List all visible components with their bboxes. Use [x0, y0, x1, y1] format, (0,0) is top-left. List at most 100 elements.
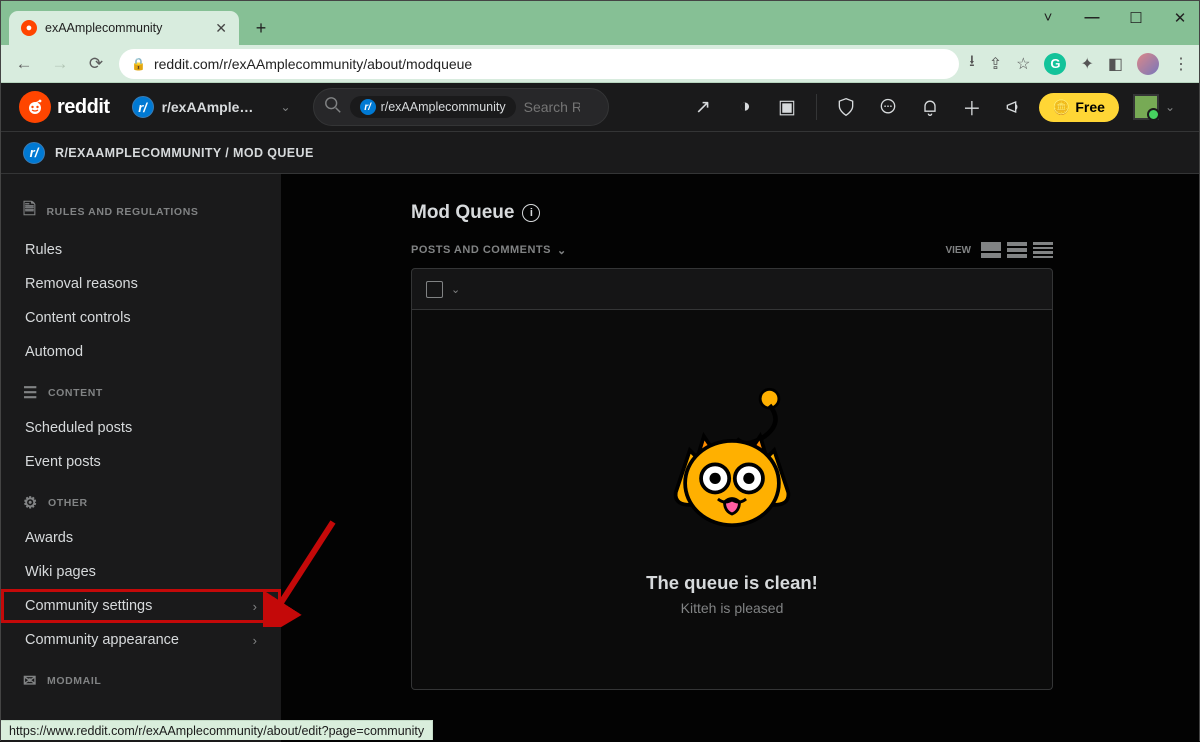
view-card-icon[interactable] — [981, 242, 1001, 258]
reddit-logo[interactable]: reddit — [19, 91, 110, 123]
sidebar-item-label: Community appearance — [25, 632, 179, 648]
kitteh-illustration-icon — [657, 384, 807, 554]
bookmark-icon[interactable]: ☆ — [1016, 54, 1030, 74]
coin-icon: 🪙 — [1053, 99, 1070, 116]
sidebar-item-community-settings[interactable]: Community settings › — [1, 589, 281, 623]
sidebar-item-label: Rules — [25, 242, 62, 258]
back-button[interactable]: ← — [11, 51, 37, 77]
list-icon: ☰ — [23, 383, 38, 403]
forward-button[interactable]: → — [47, 51, 73, 77]
sidebar-item-wiki-pages[interactable]: Wiki pages — [1, 555, 281, 589]
section-header-modmail: ✉ MODMAIL — [1, 657, 281, 699]
tab-title: exAAmplecommunity — [45, 21, 207, 35]
window-close-icon[interactable]: ✕ — [1167, 9, 1193, 27]
chevron-down-icon[interactable]: ⌄ — [451, 283, 460, 296]
community-icon: r/ — [23, 142, 45, 164]
window-caret-icon[interactable]: ˅ — [1035, 9, 1061, 27]
reload-button[interactable]: ⟳ — [83, 51, 109, 77]
filter-dropdown[interactable]: POSTS AND COMMENTS ⌄ — [411, 244, 567, 257]
window-controls: ˅ — ☐ ✕ — [1035, 9, 1193, 27]
search-scope-pill[interactable]: r/ r/exAAmplecommunity — [350, 96, 516, 118]
browser-toolbar: ← → ⟳ 🔒 reddit.com/r/exAAmplecommunity/a… — [1, 45, 1199, 83]
lock-icon: 🔒 — [131, 57, 146, 71]
sidebar-item-community-appearance[interactable]: Community appearance › — [1, 623, 281, 657]
search-bar[interactable]: r/ r/exAAmplecommunity — [313, 88, 609, 126]
document-icon: 🗎 — [23, 198, 36, 225]
view-compact-icon[interactable] — [1033, 242, 1053, 258]
chevron-right-icon: › — [253, 633, 257, 648]
sidebar-item-awards[interactable]: Awards — [1, 521, 281, 555]
gear-icon: ⚙ — [23, 493, 38, 513]
install-icon[interactable]: ⭳ — [969, 50, 975, 77]
sidebar-item-label: Event posts — [25, 454, 101, 470]
chat-icon[interactable] — [871, 90, 905, 124]
sidebar-item-rules[interactable]: Rules — [1, 233, 281, 267]
notifications-bell-icon[interactable] — [913, 90, 947, 124]
search-input[interactable] — [524, 99, 580, 115]
moderation-shield-icon[interactable] — [829, 90, 863, 124]
community-icon: r/ — [132, 96, 154, 118]
sidebar-item-automod[interactable]: Automod — [1, 335, 281, 369]
sidebar-item-label: Wiki pages — [25, 564, 96, 580]
live-icon[interactable]: ▣ — [770, 90, 804, 124]
chevron-down-icon: ⌄ — [281, 100, 291, 114]
sidebar-item-label: Automod — [25, 344, 83, 360]
community-dropdown[interactable]: r/ r/exAAmpleco... ⌄ — [124, 90, 299, 124]
sidebar-item-label: Community settings — [25, 598, 152, 614]
profile-avatar-icon[interactable] — [1137, 53, 1159, 75]
snoo-icon — [19, 91, 51, 123]
free-button[interactable]: 🪙 Free — [1039, 93, 1119, 122]
page-title-row: Mod Queue i — [281, 202, 1199, 242]
chevron-right-icon: › — [253, 599, 257, 614]
advertise-megaphone-icon[interactable] — [997, 90, 1031, 124]
sidebar-item-label: Content controls — [25, 310, 131, 326]
section-header-other: ⚙ OTHER — [1, 479, 281, 521]
community-icon: r/ — [360, 99, 376, 115]
section-label: RULES AND REGULATIONS — [46, 206, 198, 218]
browser-tab[interactable]: ● exAAmplecommunity ✕ — [9, 11, 239, 45]
section-label: MODMAIL — [47, 675, 101, 687]
section-header-rules: 🗎 RULES AND REGULATIONS — [1, 184, 281, 233]
sidebar-item-event-posts[interactable]: Event posts — [1, 445, 281, 479]
url-text: reddit.com/r/exAAmplecommunity/about/mod… — [154, 56, 472, 72]
popular-icon[interactable]: ↗ — [686, 90, 720, 124]
address-bar[interactable]: 🔒 reddit.com/r/exAAmplecommunity/about/m… — [119, 49, 959, 79]
content-area: Mod Queue i POSTS AND COMMENTS ⌄ VIEW ⌄ — [281, 174, 1199, 742]
create-post-plus-icon[interactable]: ＋ — [955, 90, 989, 124]
grammarly-extension-icon[interactable]: G — [1044, 53, 1066, 75]
empty-state-card: The queue is clean! Kitteh is pleased — [411, 310, 1053, 690]
select-all-checkbox[interactable] — [426, 281, 443, 298]
sidebar-item-label: Scheduled posts — [25, 420, 132, 436]
section-label: CONTENT — [48, 387, 103, 399]
section-label: OTHER — [48, 497, 88, 509]
new-tab-button[interactable]: + — [247, 14, 275, 42]
window-titlebar: ● exAAmplecommunity ✕ + ˅ — ☐ ✕ — [1, 1, 1199, 45]
user-avatar-icon — [1133, 94, 1159, 120]
reddit-wordmark: reddit — [57, 96, 110, 119]
mod-sidebar[interactable]: 🗎 RULES AND REGULATIONS Rules Removal re… — [1, 174, 281, 742]
free-label: Free — [1075, 99, 1105, 115]
sidebar-item-content-controls[interactable]: Content controls — [1, 301, 281, 335]
community-name: r/exAAmpleco... — [162, 99, 255, 115]
sidebar-item-removal-reasons[interactable]: Removal reasons — [1, 267, 281, 301]
info-icon[interactable]: i — [522, 204, 540, 222]
chrome-menu-icon[interactable]: ⋮ — [1173, 54, 1189, 74]
sidebar-item-label: Awards — [25, 530, 73, 546]
coins-icon[interactable]: ◑ — [728, 90, 762, 124]
bulk-select-bar: ⌄ — [411, 268, 1053, 310]
share-icon[interactable]: ⇪ — [989, 54, 1002, 74]
chevron-down-icon: ⌄ — [1165, 100, 1175, 114]
page-title: Mod Queue — [411, 202, 514, 224]
reddit-favicon: ● — [21, 20, 37, 36]
extensions-icon[interactable]: ✦ — [1080, 54, 1093, 74]
header-divider — [816, 94, 817, 120]
sidepanel-icon[interactable]: ◧ — [1108, 54, 1123, 74]
filter-label: POSTS AND COMMENTS — [411, 244, 551, 256]
window-minimize-icon[interactable]: — — [1079, 9, 1105, 27]
tab-close-icon[interactable]: ✕ — [215, 20, 227, 37]
user-menu[interactable]: ⌄ — [1127, 90, 1181, 124]
window-maximize-icon[interactable]: ☐ — [1123, 9, 1149, 27]
view-classic-icon[interactable] — [1007, 242, 1027, 258]
view-label: VIEW — [945, 245, 971, 256]
sidebar-item-scheduled-posts[interactable]: Scheduled posts — [1, 411, 281, 445]
